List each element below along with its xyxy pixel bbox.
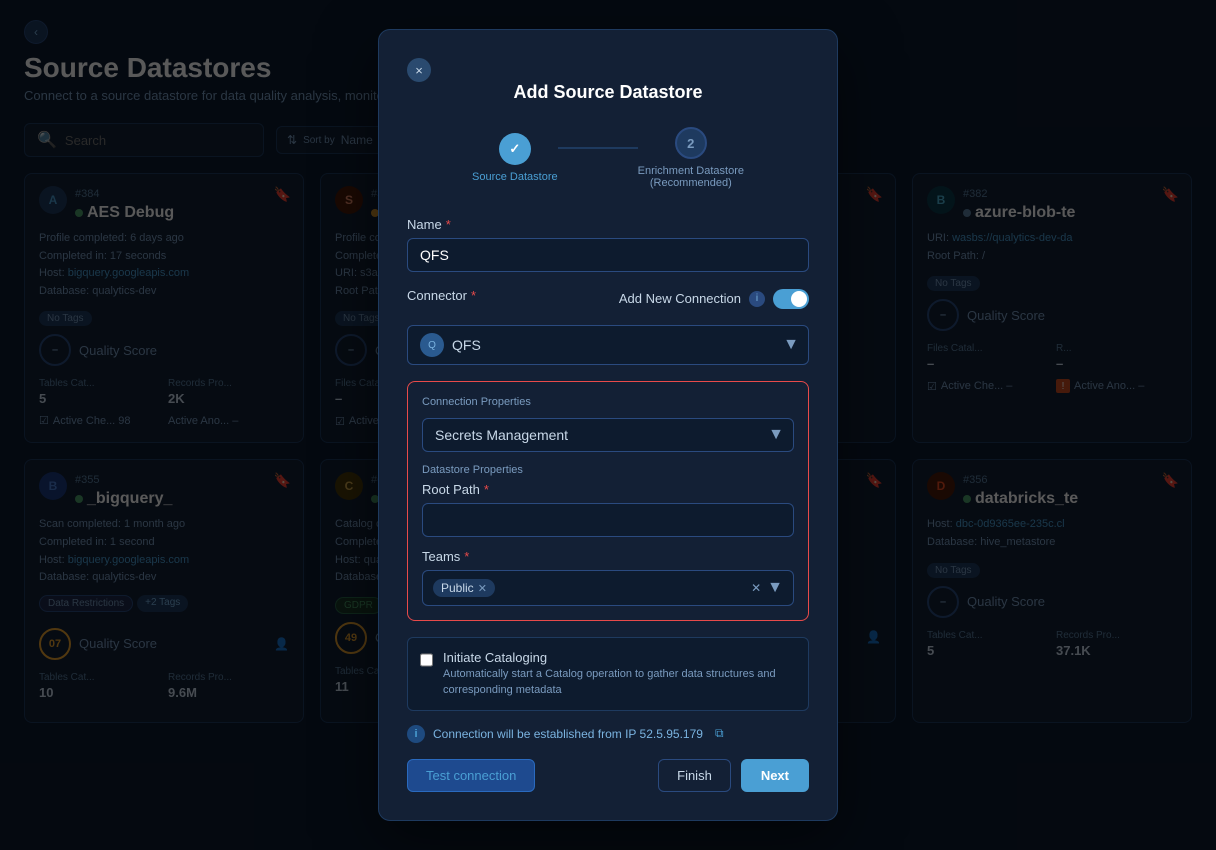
datastore-props-title: Datastore Properties xyxy=(422,464,794,476)
step-1-circle: ✓ xyxy=(499,133,531,165)
initiate-cataloging-group: Initiate Cataloging Automatically start … xyxy=(407,637,809,711)
required-indicator: * xyxy=(471,288,476,303)
secrets-select-wrapper[interactable]: Secrets Management ▼ xyxy=(422,418,794,452)
root-path-group: Root Path * xyxy=(422,482,794,537)
ip-notice-text: Connection will be established from IP 5… xyxy=(433,727,703,741)
add-connection-label: Add New Connection xyxy=(619,291,741,306)
test-connection-button[interactable]: Test connection xyxy=(407,759,535,792)
add-connection-toggle[interactable] xyxy=(773,289,809,309)
connector-row: Connector * Add New Connection i xyxy=(407,288,809,309)
clear-teams-button[interactable]: ✕ xyxy=(751,581,761,595)
step-line xyxy=(558,147,638,149)
initiate-cataloging-title: Initiate Cataloging xyxy=(443,650,796,665)
step-2-circle: 2 xyxy=(675,127,707,159)
secrets-select[interactable]: Secrets Management xyxy=(422,418,794,452)
root-path-label: Root Path * xyxy=(422,482,794,497)
step-1: ✓ Source Datastore xyxy=(472,133,558,183)
initiate-cataloging-desc: Automatically start a Catalog operation … xyxy=(443,667,796,698)
public-team-tag: Public ✕ xyxy=(433,579,495,597)
add-connection-group: Add New Connection i xyxy=(619,289,809,309)
modal-overlay: × Add Source Datastore ✓ Source Datastor… xyxy=(0,0,1216,850)
required-indicator: * xyxy=(446,217,451,232)
teams-dropdown-arrow-icon[interactable]: ▼ xyxy=(767,579,783,597)
info-icon: i xyxy=(749,291,765,307)
modal-close-button[interactable]: × xyxy=(407,58,431,82)
connector-select-group: Q QFS ▼ xyxy=(407,325,809,365)
step-1-label: Source Datastore xyxy=(472,171,558,183)
teams-input[interactable]: Public ✕ ✕ ▼ xyxy=(422,570,794,606)
add-source-modal: × Add Source Datastore ✓ Source Datastor… xyxy=(378,29,838,821)
required-indicator: * xyxy=(464,549,469,564)
modal-title: Add Source Datastore xyxy=(407,82,809,103)
remove-team-button[interactable]: ✕ xyxy=(478,582,487,595)
conn-props-title: Connection Properties xyxy=(422,396,794,408)
info-circle-icon: i xyxy=(407,725,425,743)
qfs-icon: Q xyxy=(420,333,444,357)
connection-properties-box: Connection Properties Secrets Management… xyxy=(407,381,809,621)
teams-group: Teams * Public ✕ ✕ ▼ xyxy=(422,549,794,606)
connector-select-wrapper: Q QFS ▼ xyxy=(407,325,809,365)
team-name: Public xyxy=(441,581,474,595)
root-path-input[interactable] xyxy=(422,503,794,537)
name-group: Name * xyxy=(407,217,809,272)
stepper: ✓ Source Datastore 2 Enrichment Datastor… xyxy=(407,127,809,189)
step-2: 2 Enrichment Datastore (Recommended) xyxy=(638,127,744,189)
ip-notice: i Connection will be established from IP… xyxy=(407,725,809,743)
finish-button[interactable]: Finish xyxy=(658,759,731,792)
copy-ip-button[interactable]: ⧉ xyxy=(715,726,724,741)
step-2-label: Enrichment Datastore (Recommended) xyxy=(638,165,744,189)
name-input[interactable] xyxy=(407,238,809,272)
required-indicator: * xyxy=(484,482,489,497)
modal-actions: Test connection Finish Next xyxy=(407,759,809,792)
name-label: Name * xyxy=(407,217,809,232)
connector-value: QFS xyxy=(452,337,796,353)
teams-label: Teams * xyxy=(422,549,794,564)
initiate-cataloging-checkbox[interactable] xyxy=(420,652,433,668)
next-button[interactable]: Next xyxy=(741,759,809,792)
connector-label: Connector * xyxy=(407,288,607,303)
